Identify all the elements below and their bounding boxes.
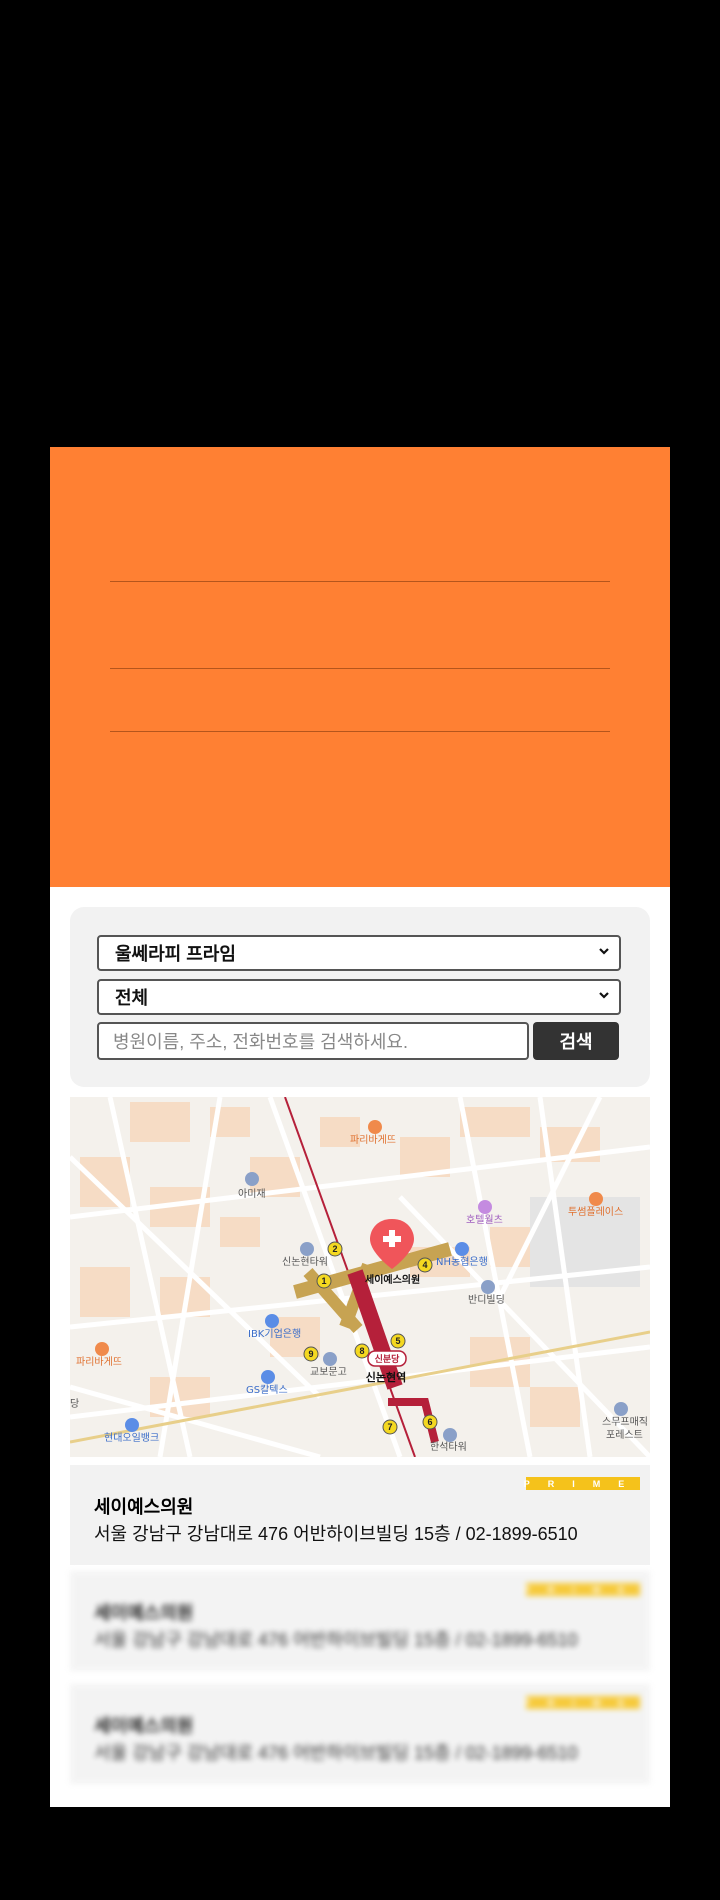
- map-label: 당: [70, 1398, 79, 1410]
- gas-station-icon: [261, 1370, 275, 1384]
- treatment-select[interactable]: 울쎄라피 프라임: [97, 935, 621, 971]
- exit-label: 2: [332, 1244, 337, 1254]
- map-label: 신논현타워: [282, 1255, 328, 1268]
- hero-divider: [110, 581, 610, 582]
- result-name: 세이예스의원: [94, 1716, 194, 1736]
- map-label: NH농협은행: [436, 1255, 488, 1268]
- map-label: 아미재: [238, 1188, 266, 1200]
- result-name: 세이예스의원: [94, 1497, 194, 1517]
- hero-divider: [110, 731, 610, 732]
- place-icon: [245, 1172, 259, 1186]
- building-icon: [300, 1242, 314, 1256]
- region-select-value: 전체: [115, 988, 149, 1008]
- map-label: IBK기업은행: [248, 1327, 301, 1340]
- clinic-map-label: 세이예스의원: [365, 1273, 420, 1286]
- bakery-icon: [368, 1120, 382, 1134]
- map-label: 포레스트: [606, 1429, 643, 1441]
- station-name: 신논현역: [366, 1370, 406, 1384]
- result-item[interactable]: PRIME 세이예스의원 서울 강남구 강남대로 476 어반하이브빌딩 15층…: [70, 1465, 650, 1565]
- main-card: 울쎄라피 프라임 전체 병원이름, 주소, 전화번호를 검색하세요. 검색 1 …: [50, 447, 670, 1807]
- building-blocks: [80, 1102, 600, 1427]
- exit-label: 5: [395, 1336, 400, 1346]
- map-label: 파리바게뜨: [76, 1356, 122, 1368]
- map-label: 교보문고: [310, 1366, 347, 1378]
- map-canvas[interactable]: 1 2 4 5 6 7 8 9 파리바게뜨 아미재 호텔월츠 투썸플레이스 신논…: [70, 1097, 650, 1457]
- building-icon: [614, 1402, 628, 1416]
- hero-banner: [50, 447, 670, 887]
- chevron-down-icon: [599, 948, 609, 955]
- result-item[interactable]: PRIME 세이예스의원 서울 강남구 강남대로 476 어반하이브빌딩 15층…: [70, 1684, 650, 1784]
- exit-label: 6: [427, 1417, 432, 1427]
- region-select[interactable]: 전체: [97, 979, 621, 1015]
- result-name: 세이예스의원: [94, 1603, 194, 1623]
- prime-badge: PRIME: [523, 1477, 643, 1490]
- station-line-badge-label: 신분당: [375, 1353, 401, 1365]
- treatment-select-value: 울쎄라피 프라임: [115, 944, 236, 964]
- search-button[interactable]: 검색: [533, 1022, 619, 1060]
- map-label: 스무프매직: [602, 1416, 648, 1428]
- building-icon: [481, 1280, 495, 1294]
- search-panel: 울쎄라피 프라임 전체 병원이름, 주소, 전화번호를 검색하세요. 검색: [70, 907, 650, 1087]
- map-label: GS칼텍스: [246, 1383, 288, 1396]
- chevron-down-icon: [599, 992, 609, 999]
- search-placeholder: 병원이름, 주소, 전화번호를 검색하세요.: [113, 1032, 408, 1052]
- gas-station-icon: [125, 1418, 139, 1432]
- bookstore-icon: [323, 1352, 337, 1366]
- result-address: 서울 강남구 강남대로 476 어반하이브빌딩 15층 / 02-1899-65…: [94, 1630, 578, 1650]
- map-label: 한석타워: [430, 1440, 467, 1453]
- result-item[interactable]: PRIME 세이예스의원 서울 강남구 강남대로 476 어반하이브빌딩 15층…: [70, 1571, 650, 1671]
- cafe-icon: [589, 1192, 603, 1206]
- map-view[interactable]: 1 2 4 5 6 7 8 9 파리바게뜨 아미재 호텔월츠 투썸플레이스 신논…: [70, 1097, 650, 1457]
- exit-label: 1: [321, 1276, 326, 1286]
- search-input[interactable]: 병원이름, 주소, 전화번호를 검색하세요.: [97, 1022, 529, 1060]
- result-address: 서울 강남구 강남대로 476 어반하이브빌딩 15층 / 02-1899-65…: [94, 1743, 578, 1763]
- exit-label: 7: [387, 1422, 392, 1432]
- bakery-icon: [95, 1342, 109, 1356]
- bank-icon: [455, 1242, 469, 1256]
- map-label: 파리바게뜨: [350, 1134, 396, 1146]
- hotel-icon: [478, 1200, 492, 1214]
- map-label: 현대오일뱅크: [104, 1432, 159, 1444]
- exit-label: 9: [308, 1349, 313, 1359]
- building-icon: [443, 1428, 457, 1442]
- hero-divider: [110, 668, 610, 669]
- map-label: 반디빌딩: [468, 1294, 505, 1306]
- map-label: 호텔월츠: [466, 1214, 503, 1226]
- exit-label: 4: [422, 1260, 427, 1270]
- bank-icon: [265, 1314, 279, 1328]
- result-address: 서울 강남구 강남대로 476 어반하이브빌딩 15층 / 02-1899-65…: [94, 1524, 578, 1544]
- exit-label: 8: [359, 1346, 364, 1356]
- prime-badge: PRIME: [523, 1583, 643, 1596]
- prime-badge: PRIME: [523, 1696, 643, 1709]
- map-label: 투썸플레이스: [568, 1206, 623, 1218]
